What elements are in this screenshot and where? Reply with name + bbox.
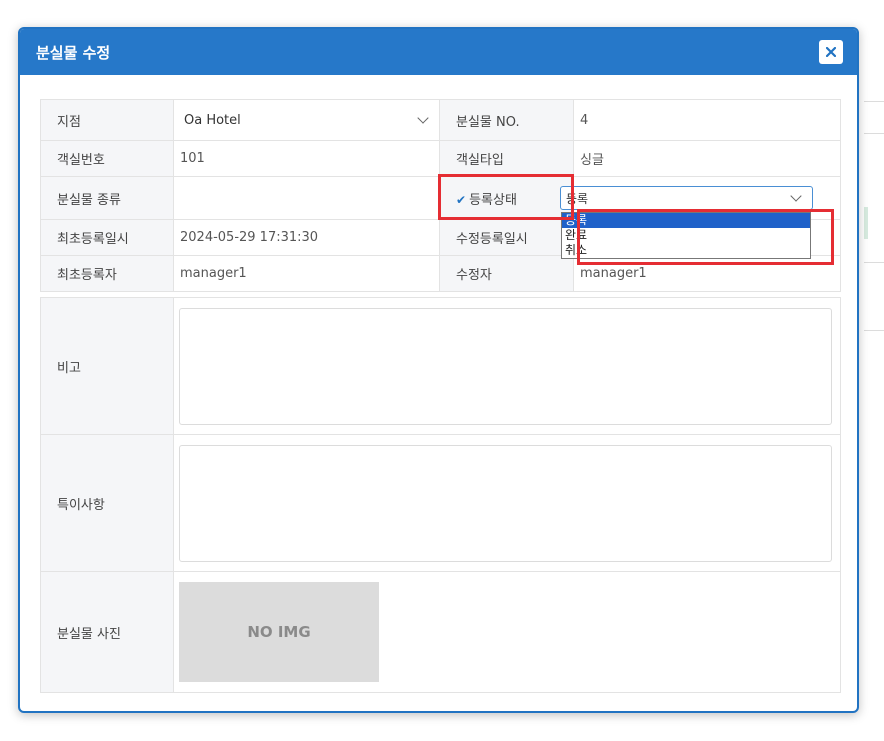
close-icon (826, 47, 836, 57)
lost-no-value: 4 (573, 99, 841, 141)
photo-placeholder[interactable]: NO IMG (179, 582, 379, 682)
room-no-label: 객실번호 (40, 140, 174, 177)
remarks-label: 비고 (40, 297, 174, 435)
modal-title: 분실물 수정 (36, 44, 111, 62)
chevron-down-icon (790, 190, 802, 202)
highlight-status-options (577, 209, 834, 265)
highlight-status-label (438, 174, 574, 220)
lost-item-edit-modal: 분실물 수정 지점 Oa Hotel 분실물 NO. 4 객실번호 101 객실… (18, 27, 859, 713)
room-type-label: 객실타입 (439, 140, 574, 177)
room-no-value: 101 (173, 140, 440, 177)
lost-no-label: 분실물 NO. (439, 99, 574, 141)
modifier-label: 수정자 (439, 255, 574, 292)
special-notes-textarea[interactable] (179, 444, 832, 562)
remarks-textarea[interactable] (179, 307, 832, 425)
branch-value: Oa Hotel (184, 112, 241, 128)
photo-label: 분실물 사진 (40, 571, 174, 693)
first-reg-user-label: 최초등록자 (40, 255, 174, 292)
chevron-down-icon (417, 112, 429, 124)
branch-select[interactable]: Oa Hotel (173, 99, 440, 141)
first-reg-user-value: manager1 (173, 255, 440, 292)
reg-status-select[interactable]: 등록 (560, 186, 813, 210)
detail-table: 비고 특이사항 분실물 사진 NO IMG (40, 297, 841, 693)
first-reg-time-label: 최초등록일시 (40, 219, 174, 256)
special-notes-label: 특이사항 (40, 434, 174, 572)
no-img-text: NO IMG (247, 623, 311, 641)
room-type-value: 싱글 (573, 140, 841, 177)
item-type-label: 분실물 종류 (40, 176, 174, 220)
close-button[interactable] (819, 40, 843, 64)
first-reg-time-value: 2024-05-29 17:31:30 (173, 219, 440, 256)
mod-reg-time-label: 수정등록일시 (439, 219, 574, 256)
modal-header: 분실물 수정 (20, 29, 857, 75)
item-type-value[interactable] (173, 176, 440, 220)
branch-label: 지점 (40, 99, 174, 141)
